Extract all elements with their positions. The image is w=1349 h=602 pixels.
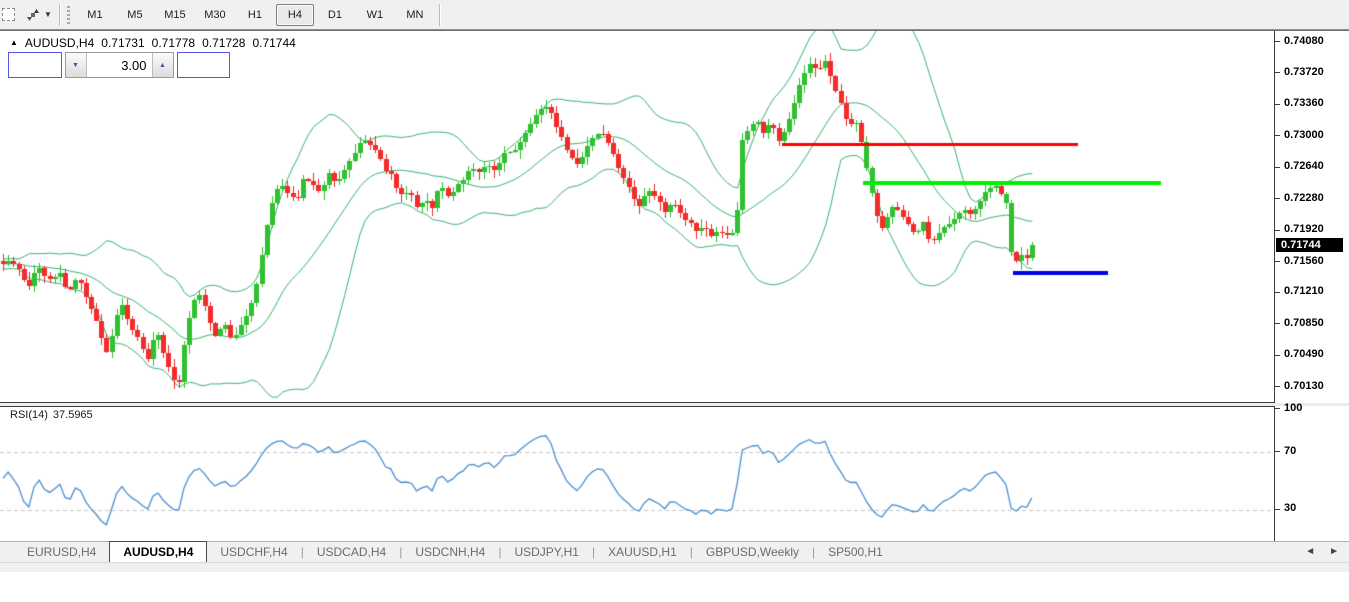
tab-usdjpy-h1[interactable]: USDJPY,H1 [501,543,591,562]
rsi-axis-label: 100 [1284,402,1302,414]
rsi-axis-label: 30 [1284,502,1296,514]
price-axis-label: 0.73360 [1284,97,1324,109]
rsi-tick [1275,509,1280,510]
buy-price-big: 76 [167,88,200,114]
tab-eurusd-h4[interactable]: EURUSD,H4 [14,543,109,562]
tab-xauusd-h1[interactable]: XAUUSD,H1 [595,543,690,562]
timeframe-m5-button[interactable]: M5 [116,4,154,26]
top-toolbar: ▼ M1M5M15M30H1H4D1W1MN [0,0,1349,30]
tab-usdchf-h4[interactable]: USDCHF,H4 [207,543,300,562]
price-tick [1275,41,1280,42]
timeframe-m30-button[interactable]: M30 [196,4,234,26]
price-axis-label: 0.71920 [1284,223,1324,235]
selection-tool-icon[interactable] [2,6,20,24]
timeframe-buttons: M1M5M15M30H1H4D1W1MN [75,4,435,26]
ohlc-high: 0.71778 [152,36,195,50]
timeframe-h1-button[interactable]: H1 [236,4,274,26]
rsi-header: RSI(14) 37.5965 [10,409,93,421]
timeframe-m1-button[interactable]: M1 [76,4,114,26]
tab-audusd-h4[interactable]: AUDUSD,H4 [109,541,207,562]
price-axis-label: 0.74080 [1284,35,1324,47]
timeframe-mn-button[interactable]: MN [396,4,434,26]
price-axis-label: 0.73000 [1284,129,1324,141]
toolbar-separator [59,4,61,26]
chart-symbol: AUDUSD,H4 [25,36,94,50]
sell-price-prefix: 0.71 [29,96,54,111]
rsi-axis-label: 70 [1284,445,1296,457]
chart-window: ▲ AUDUSD,H4 0.71731 0.71778 0.71728 0.71… [0,30,1349,602]
price-tick [1275,198,1280,199]
price-axis-label: 0.70490 [1284,348,1324,360]
arrange-arrows-glyph [25,7,41,23]
toolbar-grip[interactable] [67,6,70,24]
rsi-indicator-panel[interactable] [0,406,1275,556]
rsi-tick [1275,408,1280,409]
rsi-name: RSI(14) [10,409,48,421]
tab-scroll-right-icon[interactable]: ► [1329,546,1339,557]
status-strip [0,562,1349,572]
volume-value[interactable]: 3.00 [87,53,152,77]
sell-button[interactable]: SELL [8,52,62,78]
one-click-trade-panel: SELL ▼ 3.00 ▲ BUY 0.71 74 4 0.71 76 6 [8,52,230,117]
price-tick [1275,386,1280,387]
price-tick [1275,135,1280,136]
tab-scroll-buttons: ◄ ► [1305,546,1339,557]
dropdown-caret-icon[interactable]: ▼ [44,10,52,19]
price-axis[interactable]: 0.71744 0.74080 0.73720 0.73360 0.73000 0.72… [1275,31,1349,554]
price-axis-label: 0.73720 [1284,66,1324,78]
tab-sp500-h1[interactable]: SP500,H1 [815,543,896,562]
tab-scroll-left-icon[interactable]: ◄ [1305,546,1315,557]
timeframe-m15-button[interactable]: M15 [156,4,194,26]
price-tick [1275,104,1280,105]
buy-price-box[interactable]: 0.71 76 6 [120,80,230,117]
arrange-arrows-icon[interactable] [24,6,42,24]
price-axis-label: 0.70130 [1284,380,1324,392]
tab-gbpusd-weekly[interactable]: GBPUSD,Weekly [693,543,812,562]
volume-increase-button[interactable]: ▲ [152,53,173,77]
rsi-canvas[interactable] [0,407,1274,555]
buy-price-prefix: 0.71 [141,96,166,111]
ohlc-close: 0.71744 [252,36,295,50]
tab-usdcnh-h4[interactable]: USDCNH,H4 [402,543,498,562]
sell-price-box[interactable]: 0.71 74 4 [8,80,118,117]
price-axis-label: 0.72280 [1284,192,1324,204]
price-tick [1275,292,1280,293]
price-axis-label: 0.70850 [1284,317,1324,329]
chart-tabs: EURUSD,H4AUDUSD,H4USDCHF,H4|USDCAD,H4|US… [14,541,896,562]
timeframe-h4-button[interactable]: H4 [276,4,314,26]
ohlc-low: 0.71728 [202,36,245,50]
price-axis-label: 0.71210 [1284,285,1324,297]
price-tick [1275,323,1280,324]
buy-price-pip: 6 [202,81,209,96]
price-tick [1275,355,1280,356]
ohlc-open: 0.71731 [101,36,144,50]
timeframe-d1-button[interactable]: D1 [316,4,354,26]
rsi-tick [1275,451,1280,452]
buy-button[interactable]: BUY [177,52,231,78]
price-axis-label: 0.71560 [1284,255,1324,267]
chart-tab-bar: EURUSD,H4AUDUSD,H4USDCHF,H4|USDCAD,H4|US… [0,541,1349,562]
tab-usdcad-h4[interactable]: USDCAD,H4 [304,543,399,562]
sell-price-pip: 4 [90,81,97,96]
volume-spinner: ▼ 3.00 ▲ [65,52,174,78]
sell-price-big: 74 [55,88,88,114]
volume-decrease-button[interactable]: ▼ [66,53,87,77]
ohlc-toggle-triangle-icon[interactable]: ▲ [10,37,18,49]
price-tick [1275,72,1280,73]
chart-ohlc-header: ▲ AUDUSD,H4 0.71731 0.71778 0.71728 0.71… [10,36,296,50]
toolbar-separator-2 [439,4,441,26]
price-tick [1275,167,1280,168]
price-tick [1275,261,1280,262]
price-tick [1275,230,1280,231]
price-axis-label: 0.72640 [1284,160,1324,172]
current-price-tag: 0.71744 [1276,238,1343,252]
rsi-value: 37.5965 [53,409,93,421]
timeframe-w1-button[interactable]: W1 [356,4,394,26]
